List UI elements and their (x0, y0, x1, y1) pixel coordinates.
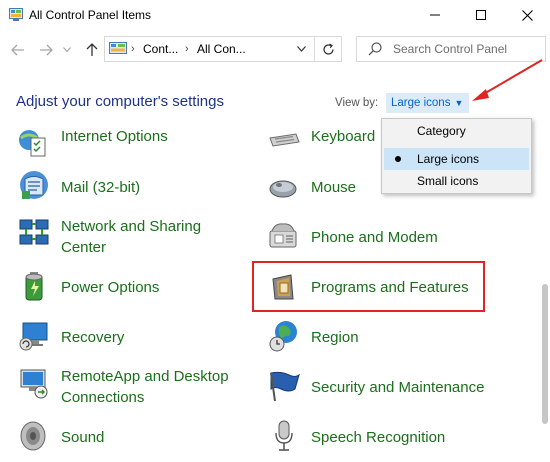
recent-locations-button[interactable] (60, 40, 74, 60)
mail-icon (17, 169, 51, 203)
power-options-icon (17, 269, 51, 303)
speech-recognition-label: Speech Recognition (311, 429, 446, 446)
remoteapp-label-line2: Connections (61, 389, 145, 406)
mouse-icon (267, 169, 301, 203)
search-input[interactable] (393, 38, 543, 60)
menu-item-small-icons-label: Small icons (417, 174, 479, 188)
breadcrumb-all-items[interactable]: All Con... (197, 42, 246, 56)
scrollbar-thumb[interactable] (542, 284, 548, 424)
network-sharing-label-line1: Network and Sharing (61, 218, 202, 235)
chevron-down-icon (63, 47, 71, 53)
security-maintenance-label: Security and Maintenance (311, 379, 485, 396)
back-button[interactable] (8, 40, 28, 60)
close-button[interactable] (504, 0, 550, 30)
sound-icon (17, 419, 51, 453)
keyboard-icon (267, 130, 301, 164)
breadcrumb-control-panel[interactable]: Cont... (143, 42, 178, 56)
page-heading: Adjust your computer's settings (16, 93, 224, 110)
back-arrow-icon (11, 44, 24, 56)
mail-label: Mail (32-bit) (61, 179, 141, 196)
address-bar[interactable]: › Cont... › All Con... (104, 36, 342, 62)
minimize-button[interactable] (412, 0, 458, 30)
recovery-label: Recovery (61, 329, 125, 346)
menu-item-category-label: Category (417, 124, 466, 138)
up-arrow-icon (86, 43, 98, 56)
view-by-dropdown[interactable]: Large icons ▼ (386, 93, 470, 113)
breadcrumb-chevron-icon: › (185, 43, 189, 55)
menu-item-category[interactable]: Category (384, 120, 529, 142)
breadcrumb-chevron-icon: › (131, 43, 135, 55)
menu-item-large-icons[interactable]: Large icons (384, 148, 529, 170)
forward-arrow-icon (40, 44, 53, 56)
region-icon (267, 319, 301, 353)
menu-item-small-icons[interactable]: Small icons (384, 170, 529, 192)
navigation-bar: › Cont... › All Con... (0, 30, 550, 70)
annotation-highlight-box (252, 261, 485, 312)
control-panel-icon (9, 8, 23, 21)
forward-button[interactable] (36, 40, 56, 60)
up-button[interactable] (82, 40, 102, 60)
internet-options-icon (17, 128, 51, 162)
maximize-button[interactable] (458, 0, 504, 30)
search-box[interactable] (356, 36, 546, 62)
view-by-label: View by: (335, 97, 379, 109)
phone-modem-icon (267, 219, 301, 253)
phone-modem-label: Phone and Modem (311, 229, 438, 246)
refresh-button[interactable] (314, 37, 342, 61)
remoteapp-label-line1: RemoteApp and Desktop (61, 368, 229, 385)
microphone-icon (267, 419, 301, 453)
remoteapp-icon (17, 366, 51, 400)
network-sharing-icon (17, 216, 51, 250)
menu-item-large-icons-label: Large icons (417, 152, 480, 166)
view-by-value: Large icons (391, 97, 451, 109)
sound-label: Sound (61, 429, 105, 446)
refresh-icon (323, 43, 334, 55)
security-maintenance-icon (267, 369, 301, 403)
vertical-scrollbar[interactable] (540, 126, 550, 462)
power-options-label: Power Options (61, 279, 160, 296)
recovery-icon (17, 319, 51, 353)
view-by-menu: Category Large icons Small icons (381, 118, 532, 194)
keyboard-label: Keyboard (311, 128, 376, 145)
dropdown-caret-icon: ▼ (454, 98, 464, 108)
mouse-label: Mouse (311, 179, 357, 196)
address-dropdown-button[interactable] (293, 41, 309, 57)
control-panel-small-icon (109, 42, 127, 56)
network-sharing-label-line2: Center (61, 239, 107, 256)
title-bar: All Control Panel Items (0, 0, 550, 30)
region-label: Region (311, 329, 359, 346)
search-icon (368, 42, 382, 56)
chevron-down-icon (296, 46, 306, 52)
selected-bullet-icon (395, 156, 401, 162)
internet-options-label: Internet Options (61, 128, 168, 145)
window-title: All Control Panel Items (29, 8, 152, 22)
